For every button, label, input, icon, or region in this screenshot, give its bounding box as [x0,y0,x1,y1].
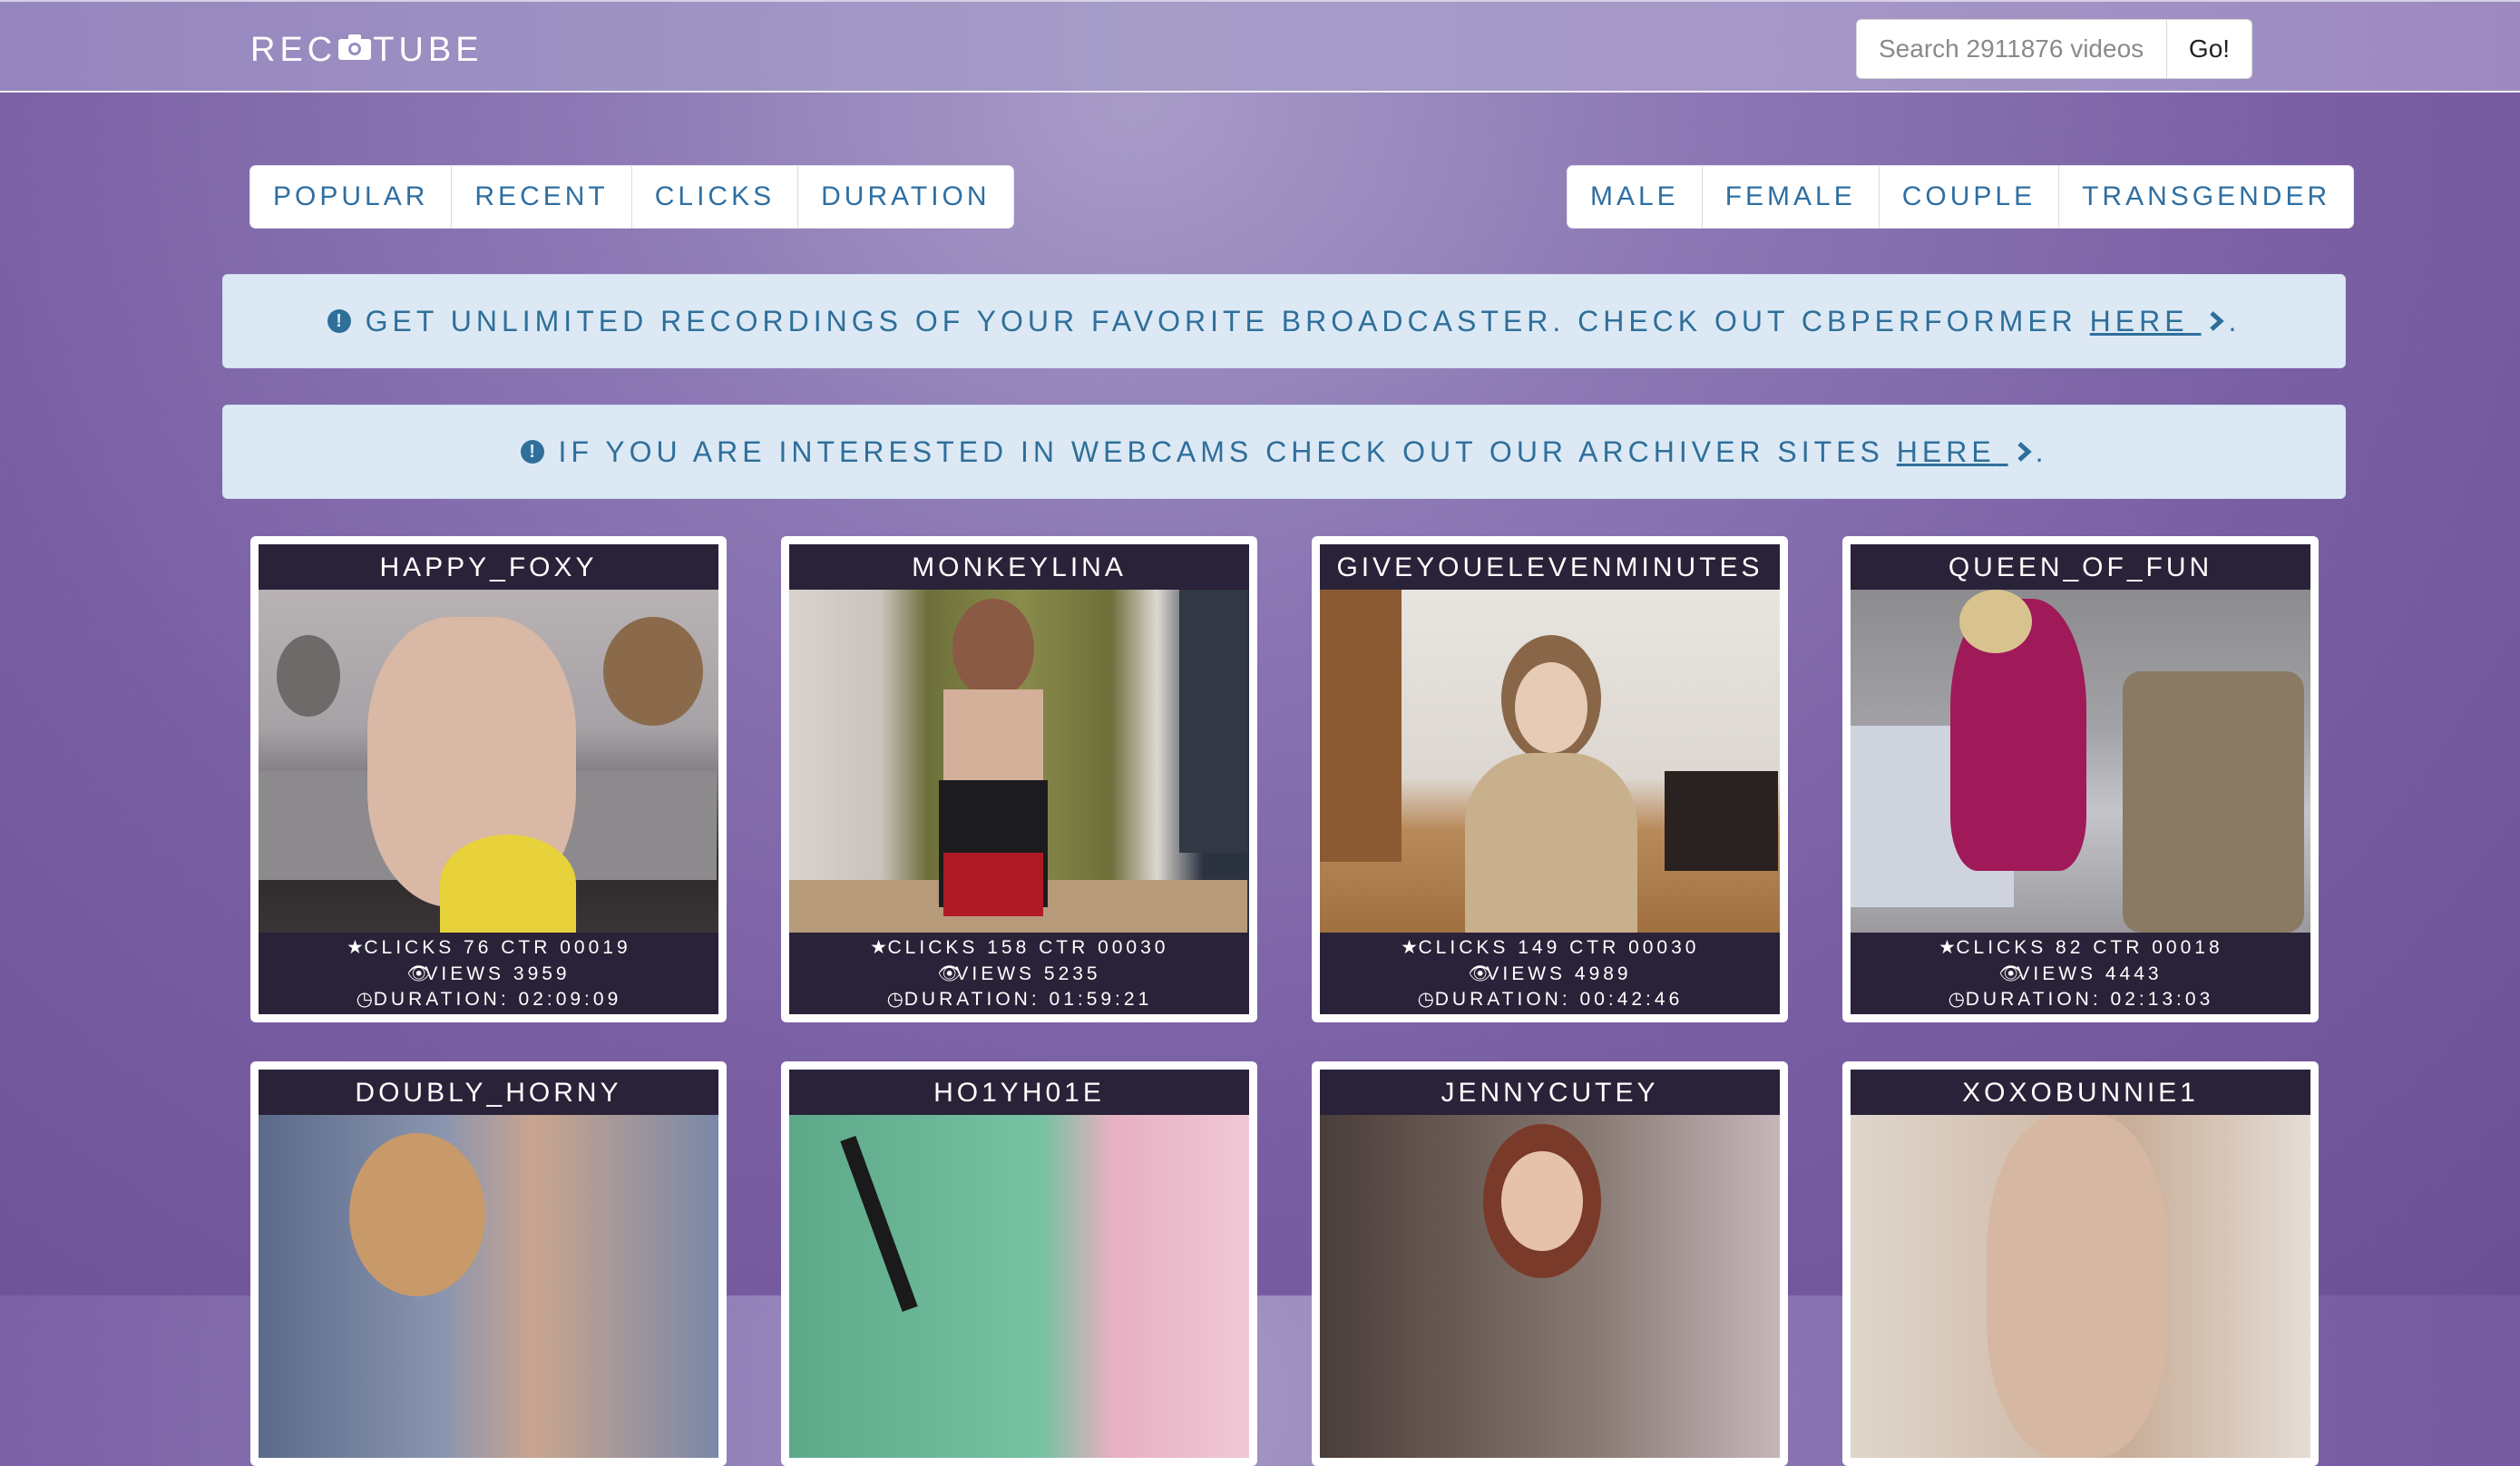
video-clicks: CLICKS 76 CTR 00019 [364,937,631,958]
video-title[interactable]: MONKEYLINA [789,544,1249,590]
clock-icon: ◷ [1417,989,1434,1010]
alert-link[interactable]: HERE [2090,305,2202,338]
alert-cbperformer: ! GET UNLIMITED RECORDINGS OF YOUR FAVOR… [222,274,2346,368]
star-icon: ★ [1938,937,1956,958]
camera-icon [338,34,372,60]
alert-end: . [2228,304,2242,337]
video-card[interactable]: XOXOBUNNIE1 [1842,1061,2319,1466]
video-card[interactable]: JENNYCUTEY [1312,1061,1788,1466]
video-clicks: CLICKS 82 CTR 00018 [1956,937,2223,958]
video-title[interactable]: GIVEYOUELEVENMINUTES [1320,544,1780,590]
video-duration: DURATION: 01:59:21 [903,989,1153,1010]
video-views: VIEWS 4989 [1486,963,1632,984]
tab-popular[interactable]: POPULAR [250,166,451,228]
video-title[interactable]: JENNYCUTEY [1320,1070,1780,1115]
clock-icon: ◷ [886,989,903,1010]
site-logo[interactable]: REC TUBE [250,27,483,73]
video-thumbnail[interactable] [1851,1115,2310,1458]
alert-link-label: HERE [2089,304,2189,337]
video-stats: ★CLICKS 76 CTR 00019 👁VIEWS 3959 ◷DURATI… [259,933,718,1014]
sort-tabs: POPULAR RECENT CLICKS DURATION [250,166,1013,228]
logo-text-left: REC [250,31,337,69]
eye-icon: 👁 [937,963,962,984]
gender-tabs: MALE FEMALE COUPLE TRANSGENDER [1568,166,2354,228]
video-duration: DURATION: 02:13:03 [1965,989,2214,1010]
video-thumbnail[interactable] [789,1115,1249,1458]
alert-archiver: ! IF YOU ARE INTERESTED IN WEBCAMS CHECK… [222,405,2346,499]
video-title[interactable]: QUEEN_OF_FUN [1851,544,2310,590]
video-thumbnail[interactable] [789,590,1249,933]
video-views: VIEWS 3959 [425,963,571,984]
video-thumbnail[interactable] [1320,590,1780,933]
search-go-button[interactable]: Go! [2167,19,2252,79]
video-thumbnail[interactable] [259,1115,718,1458]
tab-female[interactable]: FEMALE [1701,166,1879,228]
video-clicks: CLICKS 158 CTR 00030 [887,937,1169,958]
alert-text: IF YOU ARE INTERESTED IN WEBCAMS CHECK O… [558,435,1884,468]
video-title[interactable]: XOXOBUNNIE1 [1851,1070,2310,1115]
video-clicks: CLICKS 149 CTR 00030 [1418,937,1700,958]
exclamation-circle-icon: ! [520,440,544,464]
video-duration: DURATION: 00:42:46 [1434,989,1684,1010]
logo-text-right: TUBE [373,31,483,69]
eye-icon: 👁 [1468,963,1493,984]
alert-link[interactable]: HERE [1897,435,2008,469]
alert-text: GET UNLIMITED RECORDINGS OF YOUR FAVORIT… [365,304,2077,337]
video-stats: ★CLICKS 158 CTR 00030 👁VIEWS 5235 ◷DURAT… [789,933,1249,1014]
clock-icon: ◷ [356,989,373,1010]
video-card[interactable]: QUEEN_OF_FUN ★CLICKS 82 CTR 00018 👁VIEWS… [1842,536,2319,1022]
video-title[interactable]: HO1YH01E [789,1070,1249,1115]
video-card[interactable]: HAPPY_FOXY ★CLICKS 76 CTR 00019 👁VIEWS 3… [250,536,727,1022]
exclamation-circle-icon: ! [327,309,351,333]
video-duration: DURATION: 02:09:09 [373,989,622,1010]
search-input[interactable] [1856,19,2167,79]
clock-icon: ◷ [1948,989,1965,1010]
video-views: VIEWS 4443 [2017,963,2163,984]
video-stats: ★CLICKS 82 CTR 00018 👁VIEWS 4443 ◷DURATI… [1851,933,2310,1014]
video-thumbnail[interactable] [1851,590,2310,933]
tab-couple[interactable]: COUPLE [1878,166,2058,228]
eye-icon: 👁 [1998,963,2024,984]
video-title[interactable]: DOUBLY_HORNY [259,1070,718,1115]
video-title[interactable]: HAPPY_FOXY [259,544,718,590]
chevron-right-icon [2210,311,2225,331]
star-icon: ★ [870,937,887,958]
video-card[interactable]: HO1YH01E [781,1061,1257,1466]
tab-recent[interactable]: RECENT [451,166,630,228]
video-card[interactable]: MONKEYLINA ★CLICKS 158 CTR 00030 👁VIEWS … [781,536,1257,1022]
video-views: VIEWS 5235 [955,963,1101,984]
eye-icon: 👁 [406,963,432,984]
video-thumbnail[interactable] [259,590,718,933]
video-thumbnail[interactable] [1320,1115,1780,1458]
tab-male[interactable]: MALE [1568,166,1702,228]
chevron-right-icon [2017,442,2032,462]
search-form: Go! [1856,19,2252,79]
video-card[interactable]: GIVEYOUELEVENMINUTES ★CLICKS 149 CTR 000… [1312,536,1788,1022]
navbar: REC TUBE Go! [0,0,2520,93]
star-icon: ★ [1401,937,1418,958]
video-stats: ★CLICKS 149 CTR 00030 👁VIEWS 4989 ◷DURAT… [1320,933,1780,1014]
star-icon: ★ [346,937,364,958]
tab-duration[interactable]: DURATION [797,166,1012,228]
tab-clicks[interactable]: CLICKS [630,166,797,228]
alert-end: . [2035,435,2048,468]
alert-link-label: HERE [1896,435,1996,468]
tab-transgender[interactable]: TRANSGENDER [2058,166,2353,228]
video-card[interactable]: DOUBLY_HORNY [250,1061,727,1466]
